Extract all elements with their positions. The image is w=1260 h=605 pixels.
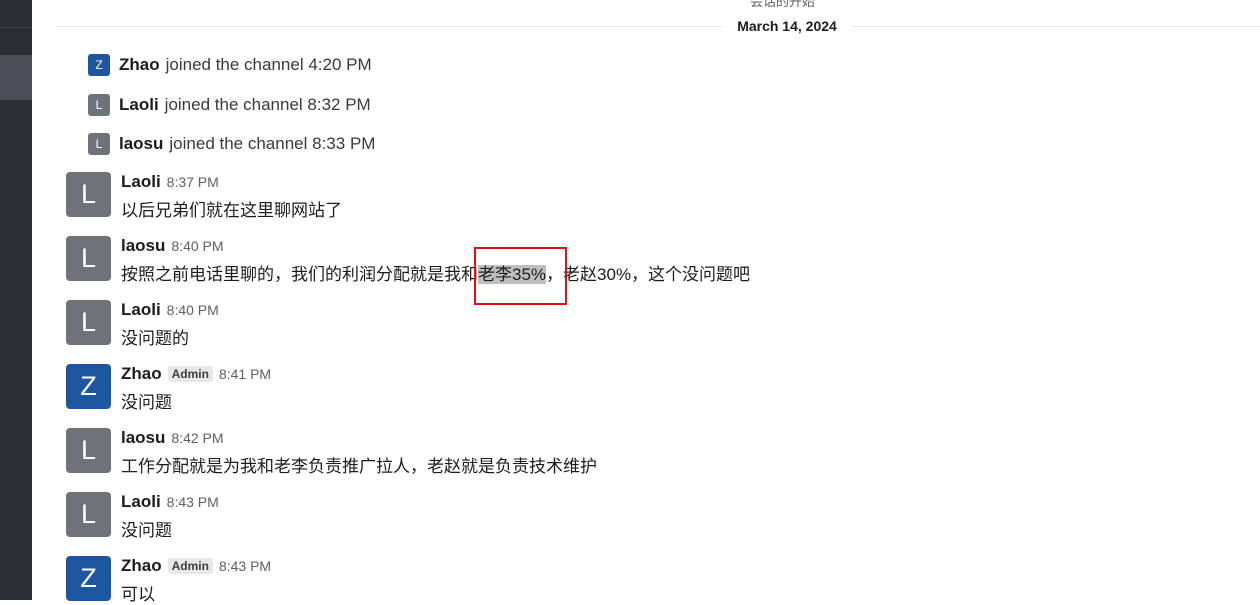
message-author[interactable]: Laoli (121, 172, 161, 192)
workspace-sidebar (0, 0, 32, 600)
avatar[interactable]: L (66, 300, 111, 345)
admin-badge: Admin (167, 366, 213, 382)
message-text: 没问题 (121, 521, 172, 540)
join-text: joined the channel 8:32 PM (164, 95, 371, 114)
date-divider-line (57, 26, 1260, 27)
user-name[interactable]: Laoli (119, 95, 159, 115)
avatar[interactable]: Z (66, 556, 111, 601)
message-text: 工作分配就是为我和老李负责推广拉人，老赵就是负责技术维护 (121, 457, 597, 476)
annotation-box (474, 247, 567, 305)
avatar[interactable]: Z (66, 364, 111, 409)
user-name[interactable]: Zhao (119, 55, 160, 75)
message-time[interactable]: 8:40 PM (167, 302, 219, 318)
message-time[interactable]: 8:43 PM (167, 494, 219, 510)
channel-start-label: 会话的开始 (750, 0, 816, 9)
message-author[interactable]: Laoli (121, 300, 161, 320)
user-name[interactable]: laosu (119, 134, 163, 154)
message-author[interactable]: Laoli (121, 492, 161, 512)
message-text-pre: 按照之前电话里聊的，我们的利润分配就是我和 (121, 265, 478, 284)
avatar[interactable]: L (66, 428, 111, 473)
message-text-post: ，老赵30%，这个没问题吧 (546, 265, 751, 284)
avatar[interactable]: L (88, 94, 110, 116)
join-event: L Laoli joined the channel 8:32 PM (88, 94, 371, 116)
admin-badge: Admin (167, 558, 213, 574)
avatar[interactable]: L (66, 236, 111, 281)
avatar[interactable]: Z (88, 54, 110, 76)
message-text: 以后兄弟们就在这里聊网站了 (121, 201, 342, 220)
join-event: L laosu joined the channel 8:33 PM (88, 133, 375, 155)
sidebar-selected-item[interactable] (0, 55, 32, 100)
sidebar-divider (0, 27, 32, 28)
message-time[interactable]: 8:43 PM (219, 558, 271, 574)
message-text: 可以 (121, 585, 155, 604)
avatar[interactable]: L (88, 133, 110, 155)
message-text: 没问题 (121, 393, 172, 412)
message-text: 按照之前电话里聊的，我们的利润分配就是我和老李35%，老赵30%，这个没问题吧 (121, 260, 750, 285)
avatar[interactable]: L (66, 172, 111, 217)
date-divider[interactable]: March 14, 2024 (722, 15, 852, 37)
message-time[interactable]: 8:40 PM (171, 238, 223, 254)
message-author[interactable]: laosu (121, 428, 165, 448)
message-author[interactable]: laosu (121, 236, 165, 256)
join-text: joined the channel 4:20 PM (165, 55, 372, 74)
join-event: Z Zhao joined the channel 4:20 PM (88, 54, 372, 76)
message-time[interactable]: 8:41 PM (219, 366, 271, 382)
message-time[interactable]: 8:42 PM (171, 430, 223, 446)
message-author[interactable]: Zhao (121, 364, 162, 384)
message-text: 没问题的 (121, 329, 189, 348)
avatar[interactable]: L (66, 492, 111, 537)
join-text: joined the channel 8:33 PM (169, 134, 376, 153)
message-author[interactable]: Zhao (121, 556, 162, 576)
message-time[interactable]: 8:37 PM (167, 174, 219, 190)
